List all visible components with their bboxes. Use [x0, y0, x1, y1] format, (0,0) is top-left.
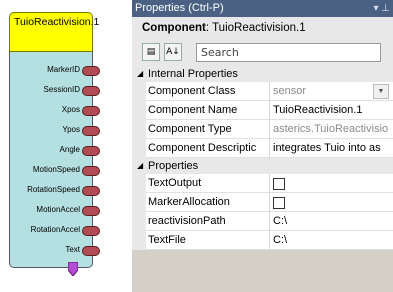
- port-label: Text: [65, 245, 80, 254]
- property-name: TextFile: [146, 231, 270, 249]
- property-value[interactable]: [270, 193, 393, 211]
- property-name: Component Class: [146, 82, 270, 100]
- property-value[interactable]: sensor ▼: [270, 82, 393, 100]
- property-section[interactable]: ◢ Properties: [132, 158, 393, 174]
- property-row[interactable]: Component Type asterics.TuioReactivisio: [132, 120, 393, 139]
- output-port[interactable]: [82, 206, 100, 216]
- row-margin: [132, 174, 146, 193]
- port-label: MarkerID: [47, 65, 80, 74]
- property-value[interactable]: TuioReactivision.1: [270, 101, 393, 119]
- collapse-icon[interactable]: ◢: [137, 66, 143, 82]
- output-port[interactable]: [82, 126, 100, 136]
- properties-toolbar: ▤ A↓ Search: [132, 39, 393, 66]
- search-input[interactable]: Search: [196, 43, 381, 62]
- event-trigger-port-icon[interactable]: [68, 262, 78, 276]
- property-value[interactable]: C:\: [270, 231, 393, 249]
- output-port[interactable]: [82, 226, 100, 236]
- pin-icon[interactable]: ▾ ⊥: [373, 0, 390, 17]
- output-port[interactable]: [82, 86, 100, 96]
- property-row[interactable]: reactivisionPath C:\: [132, 212, 393, 231]
- collapse-icon[interactable]: ◢: [137, 158, 143, 174]
- row-margin: [132, 120, 146, 139]
- row-margin: [132, 231, 146, 250]
- panel-titlebar: Properties (Ctrl-P) ▾ ⊥: [132, 0, 393, 17]
- property-value[interactable]: [270, 174, 393, 192]
- property-name: Component Type: [146, 120, 270, 138]
- checkbox[interactable]: [273, 197, 285, 209]
- dropdown-arrow-icon[interactable]: ▼: [373, 84, 389, 99]
- row-margin: [132, 193, 146, 212]
- checkbox[interactable]: [273, 178, 285, 190]
- port-label: Angle: [59, 145, 80, 154]
- property-row[interactable]: TextOutput: [132, 174, 393, 193]
- output-port[interactable]: [82, 146, 100, 156]
- property-section[interactable]: ◢ Internal Properties: [132, 66, 393, 82]
- row-margin: [132, 101, 146, 120]
- component-label: Component: [142, 22, 206, 34]
- property-row[interactable]: Component Class sensor ▼: [132, 82, 393, 101]
- port-label: RotationAccel: [30, 225, 80, 234]
- component-body[interactable]: MarkerID SessionID Xpos Ypos Angle MotionSpee…: [9, 52, 100, 268]
- properties-panel: Properties (Ctrl-P) ▾ ⊥ Component: TuioR…: [132, 0, 393, 292]
- section-title: Properties: [148, 160, 199, 172]
- property-name: reactivisionPath: [146, 212, 270, 230]
- output-port[interactable]: [82, 166, 100, 176]
- property-row[interactable]: Component Name TuioReactivision.1: [132, 101, 393, 120]
- component-title[interactable]: TuioReactivision.1: [9, 12, 99, 52]
- property-name: Component Descriptic: [146, 139, 270, 157]
- property-name: MarkerAllocation: [146, 193, 270, 211]
- output-port[interactable]: [82, 246, 100, 256]
- property-value[interactable]: integrates Tuio into as: [270, 139, 393, 157]
- panel-title: Properties (Ctrl-P): [135, 2, 224, 14]
- port-label: SessionID: [43, 85, 80, 94]
- categorized-icon[interactable]: ▤: [142, 43, 160, 61]
- output-port[interactable]: [82, 106, 100, 116]
- row-margin: [132, 139, 146, 158]
- property-row[interactable]: MarkerAllocation: [132, 193, 393, 212]
- alphabetical-sort-icon[interactable]: A↓: [164, 43, 182, 61]
- property-row[interactable]: Component Descriptic integrates Tuio into…: [132, 139, 393, 158]
- model-canvas: TuioReactivision.1 MarkerID SessionID Xpos…: [0, 0, 132, 292]
- row-margin: [132, 82, 146, 101]
- component-value: : TuioReactivision.1: [205, 22, 306, 34]
- row-margin: [132, 212, 146, 231]
- port-label: Xpos: [61, 105, 80, 114]
- property-row[interactable]: TextFile C:\: [132, 231, 393, 250]
- property-grid: ◢ Internal Properties Component Class senso…: [132, 66, 393, 250]
- selected-component-line: Component: TuioReactivision.1: [132, 17, 393, 39]
- output-port[interactable]: [82, 66, 100, 76]
- section-title: Internal Properties: [148, 68, 238, 80]
- port-label: Ypos: [62, 125, 80, 134]
- port-label: MotionSpeed: [32, 165, 80, 174]
- property-name: TextOutput: [146, 174, 270, 192]
- property-name: Component Name: [146, 101, 270, 119]
- property-value[interactable]: C:\: [270, 212, 393, 230]
- output-port[interactable]: [82, 186, 100, 196]
- property-value[interactable]: asterics.TuioReactivisio: [270, 120, 393, 138]
- port-label: RotationSpeed: [27, 185, 80, 194]
- port-label: MotionAccel: [36, 205, 80, 214]
